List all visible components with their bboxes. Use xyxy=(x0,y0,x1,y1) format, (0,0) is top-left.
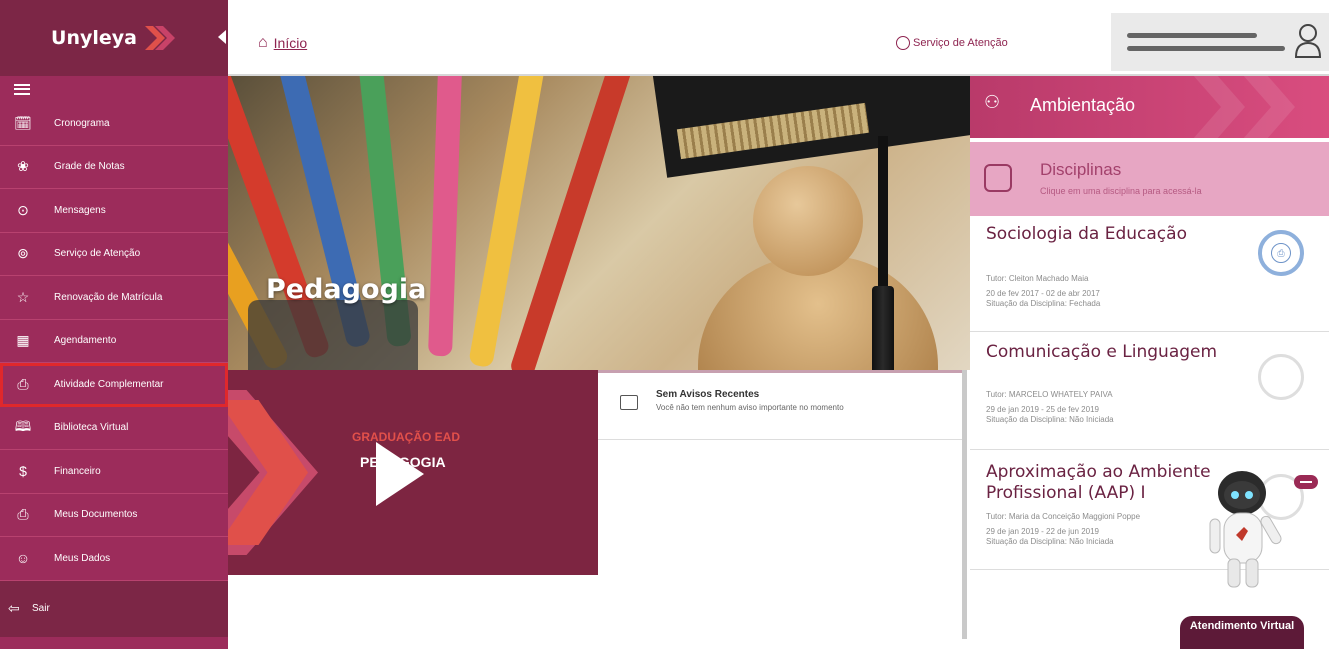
sidebar-item-meus-dados[interactable]: ☺ Meus Dados xyxy=(0,537,228,581)
support-icon xyxy=(896,36,910,50)
play-icon[interactable] xyxy=(376,442,424,506)
disciplinas-subtitle: Clique em uma disciplina para acessá-la xyxy=(1040,186,1202,196)
course-card[interactable]: Comunicação e Linguagem Tutor: MARCELO W… xyxy=(970,332,1329,450)
sidebar-item-label: Grade de Notas xyxy=(54,161,125,173)
star-icon: ☆ xyxy=(16,288,30,305)
sidebar-item-label: Serviço de Atenção xyxy=(54,248,141,260)
sidebar: Unyleya 🗓 Cronograma ❀ Grade de Notas ⊙ … xyxy=(0,0,228,649)
collapse-sidebar-icon[interactable] xyxy=(218,30,226,44)
ambientacao-banner[interactable]: ⚇ Ambientação xyxy=(970,76,1329,138)
group-icon: ⚇ xyxy=(984,92,1001,112)
menu-toggle[interactable] xyxy=(0,76,228,102)
disciplinas-header: Disciplinas Clique em uma disciplina par… xyxy=(970,142,1329,216)
sidebar-item-meus-documentos[interactable]: ⎙ Meus Documentos xyxy=(0,494,228,537)
award-icon: ❀ xyxy=(17,158,29,175)
brand-chevron-icon xyxy=(144,26,175,50)
sidebar-item-servico-de-atencao[interactable]: ⊚ Serviço de Atenção xyxy=(0,233,228,276)
home-icon: ⌂ xyxy=(258,34,268,51)
brand-logo[interactable]: Unyleya xyxy=(51,24,177,52)
course-card-tutor: Tutor: MARCELO WHATELY PAIVA xyxy=(986,390,1113,399)
course-card-dates: 29 de jan 2019 - 22 de jun 2019 xyxy=(986,527,1099,536)
course-card-status: Situação da Disciplina: Fechada xyxy=(986,299,1101,308)
user-avatar-icon xyxy=(1294,24,1322,58)
book-icon: 🕮 xyxy=(14,417,32,434)
sidebar-item-grade-de-notas[interactable]: ❀ Grade de Notas xyxy=(0,146,228,189)
course-card-tutor: Tutor: Maria da Conceição Maggioni Poppe xyxy=(986,512,1141,521)
course-card-title: Comunicação e Linguagem xyxy=(986,342,1218,362)
course-card-tutor: Tutor: Cleiton Machado Maia xyxy=(986,274,1089,283)
content-scrollbar[interactable] xyxy=(962,370,967,639)
sidebar-item-label: Renovação de Matrícula xyxy=(54,291,163,303)
sidebar-item-label: Meus Dados xyxy=(54,552,111,564)
sidebar-item-label: Atividade Complementar xyxy=(54,378,164,390)
course-card[interactable]: Sociologia da Educação Tutor: Cleiton Ma… xyxy=(970,216,1329,332)
brand-name: Unyleya xyxy=(51,27,137,49)
disciplinas-title: Disciplinas xyxy=(1040,160,1122,179)
sidebar-item-atividade-complementar[interactable]: ⎙ Atividade Complementar xyxy=(0,363,228,407)
sidebar-item-label: Biblioteca Virtual xyxy=(54,422,129,434)
course-video[interactable]: GRADUAÇÃO EAD PEDAGOGIA xyxy=(228,370,598,575)
sidebar-item-financeiro[interactable]: $ Financeiro xyxy=(0,450,228,494)
course-card-dates: 29 de jan 2019 - 25 de fev 2019 xyxy=(986,405,1099,414)
course-card-dates: 20 de fev 2017 - 02 de abr 2017 xyxy=(986,289,1100,298)
logout-button[interactable]: ⇦ Sair xyxy=(0,580,228,637)
sidebar-item-mensagens[interactable]: ⊙ Mensagens xyxy=(0,189,228,233)
logout-label: Sair xyxy=(32,603,50,614)
hamburger-icon xyxy=(14,83,30,95)
pencil-cup xyxy=(248,300,418,370)
user-name-redacted xyxy=(1127,33,1257,38)
notices-text: Você não tem nenhum aviso importante no … xyxy=(656,403,844,412)
course-title: Pedagogia xyxy=(266,274,427,305)
course-card-status: Situação da Disciplina: Não Iniciada xyxy=(986,537,1114,546)
sidebar-item-label: Agendamento xyxy=(54,335,117,347)
top-header: ⌂ Início Serviço de Atenção xyxy=(228,0,1329,76)
app-root: Unyleya 🗓 Cronograma ❀ Grade de Notas ⊙ … xyxy=(0,0,1329,649)
document-icon xyxy=(984,164,1012,192)
message-icon xyxy=(620,395,638,410)
banner-chevron-decoration xyxy=(1185,76,1245,138)
cap-tassel xyxy=(878,136,888,306)
logo-bar: Unyleya xyxy=(0,0,228,76)
service-link[interactable]: Serviço de Atenção xyxy=(896,36,1008,50)
course-progress-ring xyxy=(1258,354,1304,400)
course-card-status: Situação da Disciplina: Não Iniciada xyxy=(986,415,1114,424)
service-label: Serviço de Atenção xyxy=(913,37,1008,49)
virtual-assistant-button[interactable]: Atendimento Virtual xyxy=(1180,616,1304,649)
sidebar-item-label: Meus Documentos xyxy=(54,509,138,521)
document-badge-icon: ⎙ xyxy=(17,375,29,392)
cap-tassel-end xyxy=(872,286,894,370)
course-hero-banner: Pedagogia xyxy=(228,76,970,370)
course-card-title: Sociologia da Educação xyxy=(986,224,1187,244)
calendar-icon: 🗓 xyxy=(14,114,32,131)
virtual-assistant-robot-icon[interactable] xyxy=(1190,455,1320,595)
sidebar-item-label: Financeiro xyxy=(54,465,101,477)
support-icon: ⊚ xyxy=(17,245,29,262)
course-progress-ring: ⎙ xyxy=(1258,230,1304,276)
sidebar-item-label: Mensagens xyxy=(54,204,106,216)
ambientacao-label: Ambientação xyxy=(1030,95,1136,115)
home-label: Início xyxy=(273,35,308,51)
user-email-redacted xyxy=(1127,46,1285,51)
money-icon: $ xyxy=(19,463,27,480)
sidebar-item-agendamento[interactable]: ▦ Agendamento xyxy=(0,320,228,363)
user-icon: ☺ xyxy=(15,550,31,567)
video-chevron-decoration xyxy=(228,400,308,545)
sidebar-item-cronograma[interactable]: 🗓 Cronograma xyxy=(0,102,228,146)
logout-icon: ⇦ xyxy=(8,600,20,616)
sidebar-item-label: Cronograma xyxy=(54,117,110,129)
document-icon: ⎙ xyxy=(17,506,29,523)
wooden-figure-head xyxy=(753,166,863,276)
hero-pencil xyxy=(428,76,464,357)
home-link[interactable]: ⌂ Início xyxy=(258,34,307,52)
calendar-grid-icon: ▦ xyxy=(16,332,30,349)
sidebar-item-renovacao-de-matricula[interactable]: ☆ Renovação de Matrícula xyxy=(0,276,228,320)
document-badge-icon: ⎙ xyxy=(1271,243,1291,263)
chat-bubble-icon: ⊙ xyxy=(17,201,29,218)
sidebar-item-biblioteca-virtual[interactable]: 🕮 Biblioteca Virtual xyxy=(0,407,228,450)
notices-title: Sem Avisos Recentes xyxy=(656,389,760,400)
notices-panel: Sem Avisos Recentes Você não tem nenhum … xyxy=(598,370,962,440)
user-menu[interactable] xyxy=(1111,13,1329,71)
